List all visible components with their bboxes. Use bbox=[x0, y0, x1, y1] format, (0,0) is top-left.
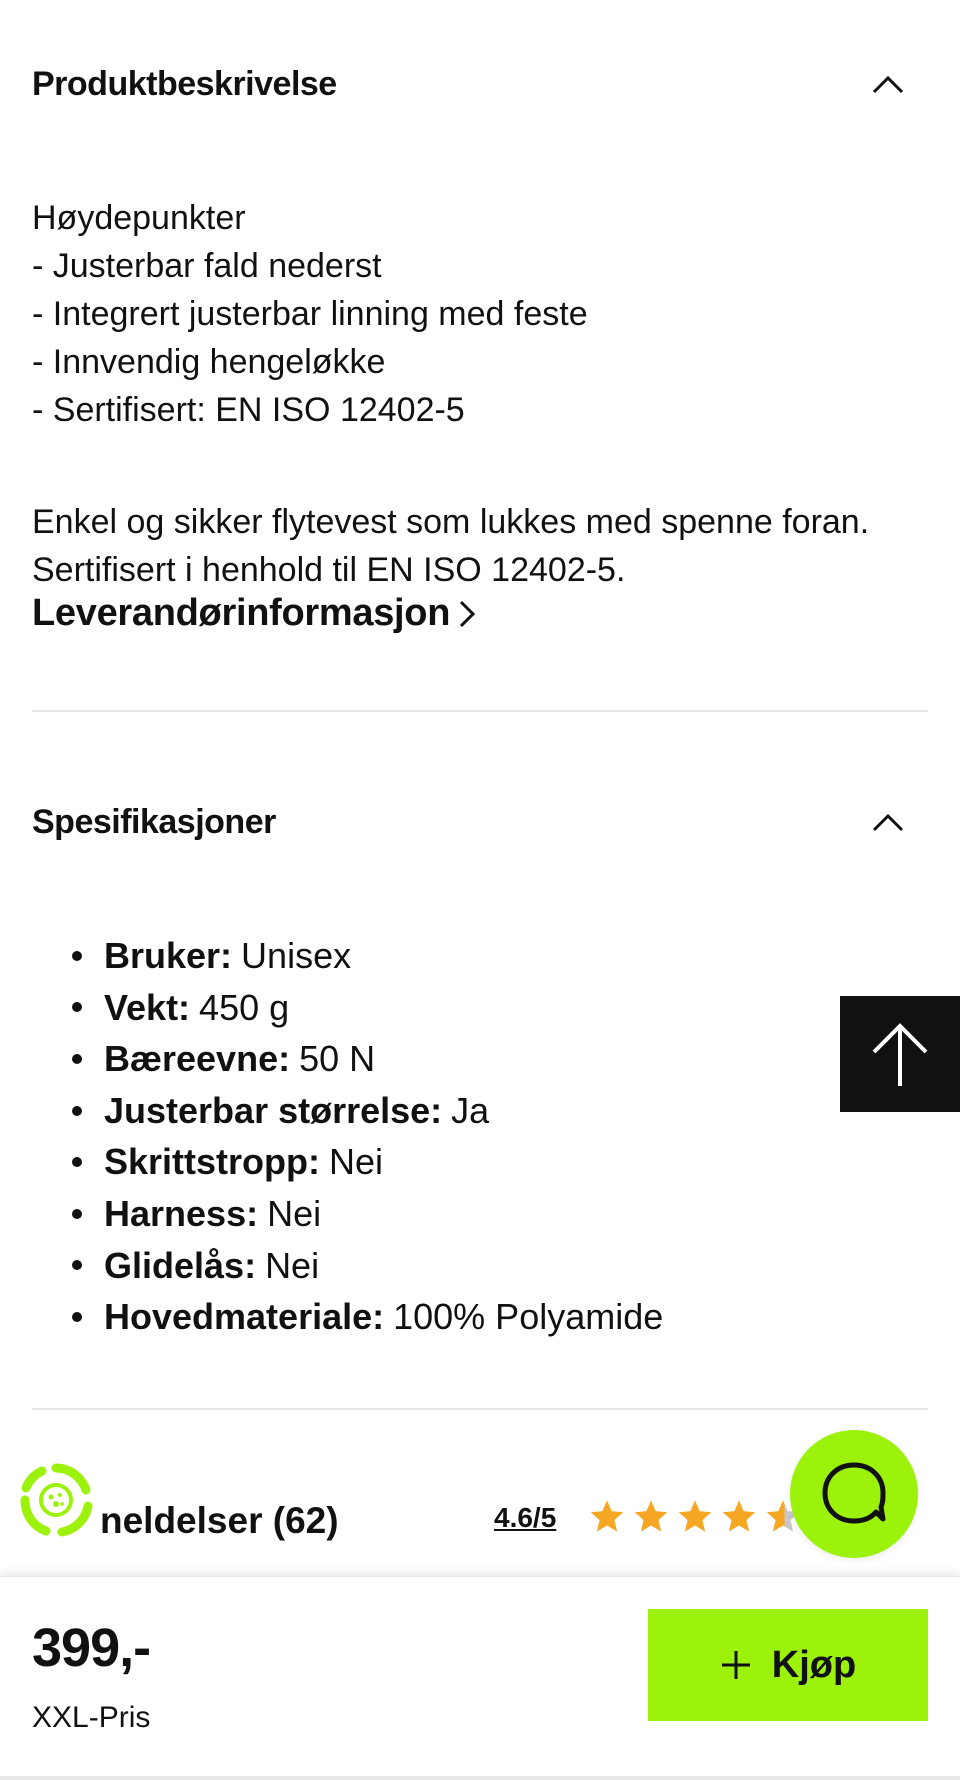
spec-label: Vekt: bbox=[104, 986, 191, 1028]
specs-section-header[interactable]: Spesifikasjoner bbox=[32, 794, 928, 850]
specs-list: Bruker: Unisex Vekt: 450 g Bæreevne: 50 N J… bbox=[72, 930, 664, 1343]
spec-item: Harness: Nei bbox=[72, 1188, 663, 1240]
description-section-title: Produktbeskrivelse bbox=[32, 64, 337, 103]
rating-link[interactable]: 4.6/5 bbox=[494, 1502, 556, 1534]
scroll-to-top-button[interactable] bbox=[840, 996, 960, 1112]
star-icon bbox=[590, 1500, 624, 1532]
price-label: XXL-Pris bbox=[32, 1701, 151, 1734]
purchase-bar: 399,- XXL-Pris Kjøp bbox=[0, 1576, 960, 1780]
bottom-border bbox=[0, 1776, 960, 1780]
bullet bbox=[72, 1105, 82, 1116]
supplier-info-label: Leverandørinformasjon bbox=[32, 592, 451, 634]
description-text: Enkel og sikker flytevest som lukkes med… bbox=[32, 503, 870, 589]
spec-value: Nei bbox=[267, 1192, 322, 1234]
highlight-line: - Justerbar fald nederst bbox=[32, 247, 382, 285]
buy-label: Kjøp bbox=[771, 1643, 857, 1686]
spec-value: Ja bbox=[451, 1089, 490, 1131]
bullet bbox=[72, 1260, 82, 1271]
bullet bbox=[72, 1157, 82, 1168]
description-body: Enkel og sikker flytevest som lukkes med… bbox=[32, 498, 924, 594]
spec-label: Justerbar størrelse: bbox=[104, 1089, 443, 1131]
star-icon bbox=[634, 1500, 668, 1532]
bullet bbox=[72, 950, 82, 961]
arrow-up-icon bbox=[872, 1023, 928, 1086]
price: 399,- bbox=[32, 1618, 151, 1678]
spec-value: Unisex bbox=[241, 935, 352, 976]
specs-section-title: Spesifikasjoner bbox=[32, 802, 276, 841]
supplier-info-link[interactable]: Leverandørinformasjon bbox=[32, 592, 476, 635]
description-highlights: Høydepunkter - Justerbar fald nederst - … bbox=[32, 194, 924, 434]
reviews-title: neldelser (62) bbox=[100, 1500, 339, 1541]
divider bbox=[32, 710, 928, 712]
chevron-right-icon bbox=[460, 600, 476, 627]
chevron-up-icon[interactable] bbox=[860, 794, 916, 850]
buy-button[interactable]: Kjøp bbox=[648, 1609, 928, 1721]
spec-item: Hovedmateriale: 100% Polyamide bbox=[72, 1291, 664, 1343]
spec-value: 100% Polyamide bbox=[393, 1296, 664, 1338]
recycle-badge-icon[interactable] bbox=[16, 1460, 96, 1540]
spec-label: Hovedmateriale: bbox=[104, 1296, 385, 1338]
bullet bbox=[72, 1311, 82, 1322]
bullet bbox=[72, 1208, 82, 1219]
highlight-line: - Integrert justerbar linning med feste bbox=[32, 295, 588, 333]
spec-label: Harness: bbox=[104, 1192, 259, 1234]
spec-label: Bruker: bbox=[104, 935, 233, 976]
spec-item: Bæreevne: 50 N bbox=[72, 1033, 663, 1085]
chat-button[interactable] bbox=[790, 1430, 918, 1558]
spec-value: 50 N bbox=[299, 1038, 376, 1080]
highlight-line: - Innvendig hengeløkke bbox=[32, 343, 386, 381]
spec-item: Vekt: 450 g bbox=[72, 982, 663, 1034]
description-section-header[interactable]: Produktbeskrivelse bbox=[32, 56, 928, 112]
bullet bbox=[72, 1053, 82, 1064]
spec-item: Bruker: Unisex bbox=[72, 930, 663, 982]
bullet bbox=[72, 1002, 82, 1013]
spec-label: Glidelås: bbox=[104, 1244, 257, 1286]
star-rating bbox=[588, 1498, 802, 1536]
chat-bubble-icon bbox=[822, 1462, 886, 1524]
plus-icon bbox=[721, 1651, 750, 1679]
spec-item: Justerbar størrelse: Ja bbox=[72, 1085, 663, 1137]
star-icon bbox=[678, 1500, 712, 1532]
spec-value: Nei bbox=[329, 1141, 384, 1183]
divider bbox=[32, 1408, 928, 1410]
chevron-up-icon[interactable] bbox=[860, 56, 916, 112]
star-icon bbox=[722, 1500, 756, 1532]
spec-item: Glidelås: Nei bbox=[72, 1240, 663, 1292]
highlight-line: Høydepunkter bbox=[32, 199, 246, 237]
spec-item: Skrittstropp: Nei bbox=[72, 1136, 663, 1188]
spec-label: Bæreevne: bbox=[104, 1038, 291, 1080]
spec-label: Skrittstropp: bbox=[104, 1141, 320, 1183]
highlight-line: - Sertifisert: EN ISO 12402-5 bbox=[32, 391, 465, 429]
spec-value: Nei bbox=[265, 1244, 320, 1286]
spec-value: 450 g bbox=[199, 986, 290, 1028]
